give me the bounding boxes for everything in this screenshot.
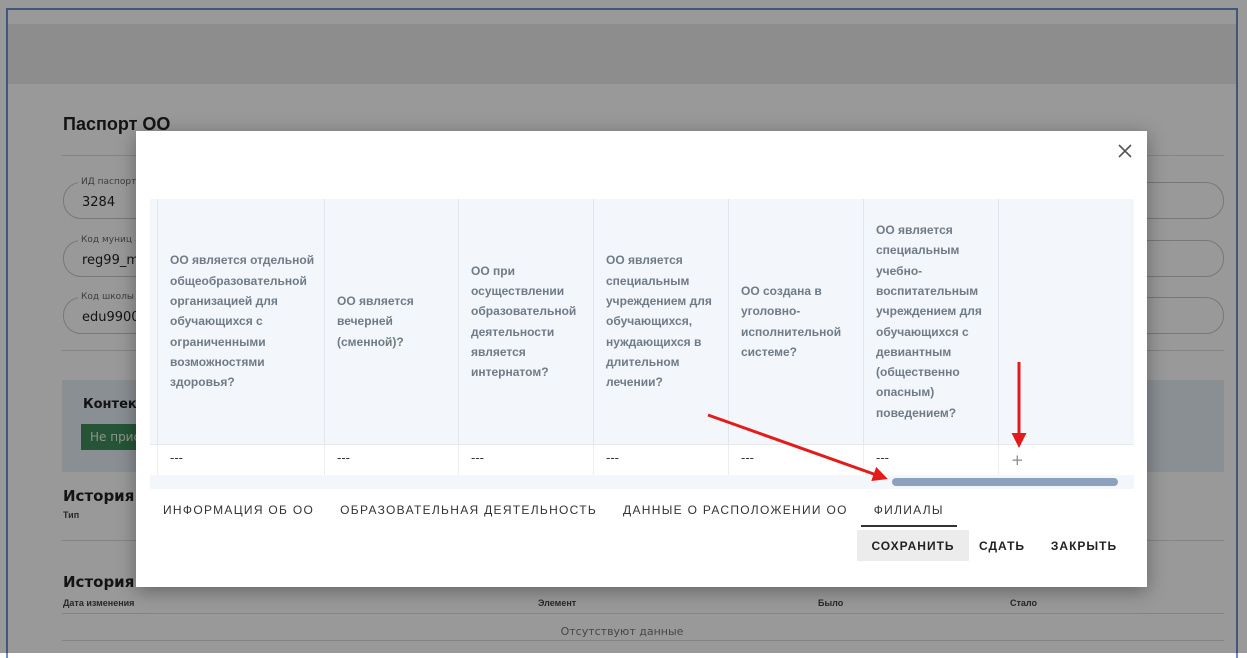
header-label: ОО создана в уголовно-исполнительной сис… [741,283,842,359]
add-row-icon[interactable]: + [1011,451,1024,469]
table-cell: --- [459,445,594,476]
header-label: ОО является специальным учреждением для … [606,253,712,390]
horizontal-scrollbar[interactable] [150,475,1134,489]
table-header-cell: ОО является вечерней (сменной)? [325,199,459,444]
header-label: ОО является специальным учебно-воспитате… [876,223,982,420]
table-cell [150,445,158,476]
table-cell: --- [158,445,325,476]
table-header-cell: ОО при осуществлении образовательной дея… [459,199,594,444]
header-label: ОО является отдельной общеобразовательно… [170,253,315,390]
table-cell: --- [325,445,459,476]
tab-org-info[interactable]: ИНФОРМАЦИЯ ОБ ОО [150,497,327,527]
modal-tabs: ИНФОРМАЦИЯ ОБ ОО ОБРАЗОВАТЕЛЬНАЯ ДЕЯТЕЛЬ… [150,497,957,527]
table-header-cell: ОО является специальным учреждением для … [594,199,729,444]
tab-educational-activity[interactable]: ОБРАЗОВАТЕЛЬНАЯ ДЕЯТЕЛЬНОСТЬ [327,497,610,527]
header-label: ОО является вечерней (сменной)? [337,294,414,349]
table-header-cell: ОО является специальным учебно-воспитате… [864,199,999,444]
close-icon[interactable] [1117,143,1133,159]
table-row: --- --- --- --- --- --- + [150,444,1134,476]
save-button[interactable]: СОХРАНИТЬ [857,530,969,561]
tab-branches[interactable]: ФИЛИАЛЫ [860,497,957,527]
branches-table[interactable]: ОО является отдельной общеобразовательно… [150,199,1134,489]
table-header-cell [999,199,1134,444]
table-header-cell [150,199,158,444]
table-header-cell: ОО является отдельной общеобразовательно… [158,199,325,444]
table-cell: --- [594,445,729,476]
header-label: ОО при осуществлении образовательной дея… [471,263,577,380]
close-button[interactable]: ЗАКРЫТЬ [1046,530,1122,561]
branches-modal: ОО является отдельной общеобразовательно… [136,131,1147,587]
submit-button[interactable]: СДАТЬ [974,530,1030,561]
table-header-cell: ОО создана в уголовно-исполнительной сис… [729,199,864,444]
scrollbar-thumb[interactable] [892,478,1118,486]
table-cell: --- [864,445,999,476]
tab-location-data[interactable]: ДАННЫЕ О РАСПОЛОЖЕНИИ ОО [610,497,861,527]
table-cell: --- [729,445,864,476]
